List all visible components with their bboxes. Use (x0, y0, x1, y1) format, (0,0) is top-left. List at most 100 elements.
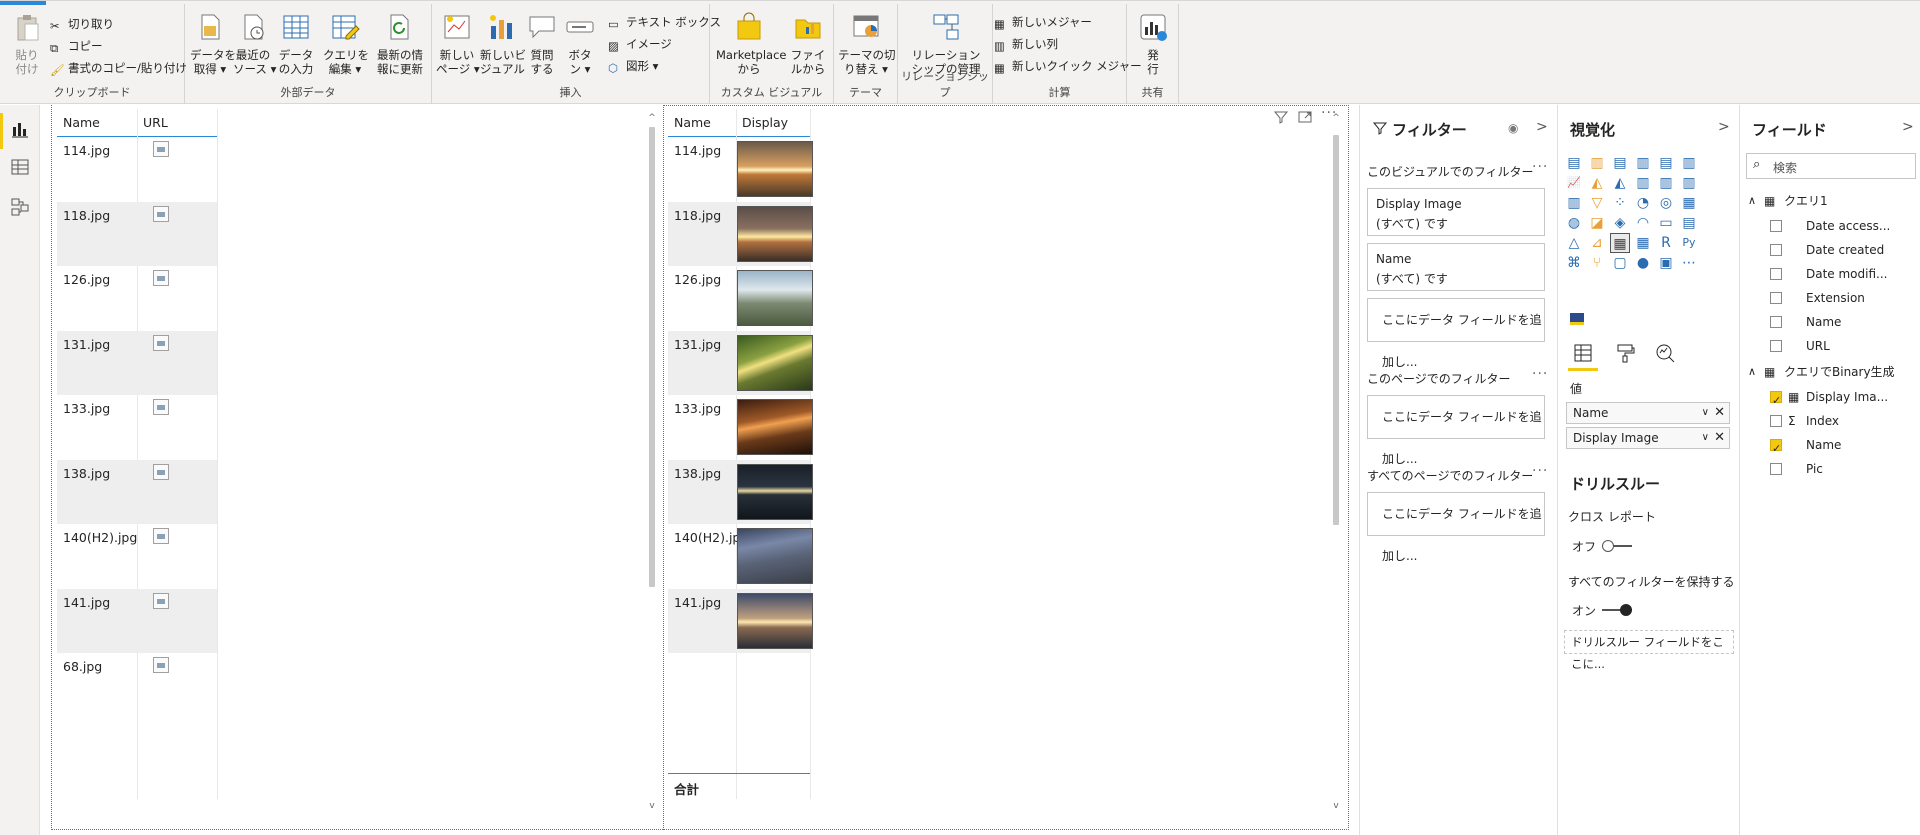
ask-question-button[interactable]: 質問 する (524, 12, 560, 76)
table-visual-url[interactable]: Name URL 114.jpg 118.jpg 126.jpg 131.jpg 133… (51, 105, 671, 830)
field-table-header[interactable]: ∧ ▦ クエリ1 (1740, 189, 1920, 213)
field-item[interactable]: Date modifi... (1740, 262, 1920, 286)
field-checkbox[interactable] (1770, 292, 1782, 304)
table-row[interactable]: 138.jpg (668, 459, 813, 524)
key-influencers-icon[interactable]: ⌘ (1564, 253, 1584, 273)
custom-visual-icon[interactable] (1570, 313, 1584, 325)
field-checkbox[interactable] (1770, 316, 1782, 328)
field-checkbox[interactable] (1770, 340, 1782, 352)
map-icon[interactable]: ◍ (1564, 213, 1584, 233)
chevron-right-icon[interactable]: > (1536, 119, 1548, 135)
scroll-down-arrow[interactable]: v (647, 801, 657, 811)
field-item[interactable]: Date access... (1740, 214, 1920, 238)
cross-report-toggle[interactable]: オフ (1572, 538, 1632, 555)
field-item[interactable]: Σ Index (1740, 409, 1920, 433)
ribbon-chart-icon[interactable]: ▥ (1679, 173, 1699, 193)
scrollbar-thumb[interactable] (1333, 135, 1339, 525)
paste-button[interactable]: 貼り 付け (10, 12, 44, 76)
treemap-icon[interactable]: ▦ (1679, 193, 1699, 213)
donut-chart-icon[interactable]: ◎ (1656, 193, 1676, 213)
table-visual-icon[interactable]: ▦ (1610, 233, 1630, 253)
qa-icon[interactable]: ▢ (1610, 253, 1630, 273)
cut-button[interactable]: ✂ 切り取り (50, 14, 114, 34)
table-row[interactable]: 118.jpg (668, 201, 813, 266)
table-row[interactable]: 126.jpg (668, 266, 813, 330)
add-visual-filter-field[interactable]: ここにデータ フィールドを追加し... (1367, 298, 1545, 369)
field-item[interactable]: Date created (1740, 238, 1920, 262)
field-checkbox[interactable] (1770, 463, 1782, 475)
well-item-name[interactable]: Name ∨ ✕ (1566, 402, 1730, 424)
image-button[interactable]: ▨ イメージ (608, 34, 672, 54)
shape-map-icon[interactable]: ◈ (1610, 213, 1630, 233)
copy-button[interactable]: ⧉ コピー (50, 36, 103, 56)
filter-icon[interactable] (1273, 109, 1289, 125)
field-checkbox[interactable] (1770, 437, 1782, 461)
field-checkbox[interactable] (1770, 268, 1782, 280)
table-visual-display-image[interactable]: ··· Name Display Image 114.jpg118.jpg126… (663, 105, 1349, 830)
chevron-down-icon[interactable]: ∨ (1702, 403, 1709, 423)
new-visual-button[interactable]: 新しいビ ジュアル (480, 12, 526, 76)
more-options-icon[interactable]: ··· (1532, 366, 1548, 382)
data-view-icon[interactable] (8, 155, 32, 179)
table-row[interactable]: 131.jpg (57, 330, 217, 395)
100-stacked-bar-icon[interactable]: ▤ (1656, 153, 1676, 173)
more-options-icon[interactable]: ··· (1532, 159, 1548, 175)
scatter-chart-icon[interactable]: ⁘ (1610, 193, 1630, 213)
vertical-scrollbar[interactable]: ^ v (1331, 113, 1341, 813)
publish-button[interactable]: 発 行 (1135, 12, 1171, 76)
field-table-header[interactable]: ∧ ▦ クエリでBinary生成 (1740, 360, 1920, 384)
line-stacked-column-icon[interactable]: ▥ (1656, 173, 1676, 193)
eye-icon[interactable]: ◉ (1508, 121, 1518, 135)
table-row[interactable]: 114.jpg (668, 137, 813, 201)
edit-queries-button[interactable]: クエリを 編集 ▾ (323, 12, 369, 76)
scroll-up-arrow[interactable]: ^ (1331, 113, 1341, 123)
chevron-right-icon[interactable]: > (1902, 119, 1914, 135)
field-checkbox[interactable] (1770, 244, 1782, 256)
line-chart-icon[interactable]: 📈 (1564, 173, 1584, 193)
vertical-scrollbar[interactable]: ^ v (647, 113, 657, 813)
field-checkbox[interactable] (1770, 415, 1782, 427)
stacked-bar-chart-icon[interactable]: ▤ (1564, 153, 1584, 173)
filter-card-name[interactable]: Name (すべて) です (1367, 243, 1545, 291)
table-row[interactable]: 118.jpg (57, 201, 217, 266)
get-data-button[interactable]: データを 取得 ▾ (190, 12, 236, 76)
filter-card-display-image[interactable]: Display Image (すべて) です (1367, 188, 1545, 236)
new-measure-button[interactable]: ▦ 新しいメジャー (994, 12, 1092, 32)
add-page-filter-field[interactable]: ここにデータ フィールドを追加し... (1367, 395, 1545, 466)
from-file-button[interactable]: ファイ ルから (788, 12, 828, 76)
paint-roller-icon[interactable] (1614, 342, 1636, 364)
column-header-display-image[interactable]: Display Image (736, 109, 816, 158)
multi-row-card-icon[interactable]: ▤ (1679, 213, 1699, 233)
custom-visual-2-icon[interactable]: ▣ (1656, 253, 1676, 273)
field-checkbox[interactable] (1770, 220, 1782, 232)
new-quick-measure-button[interactable]: ▦ 新しいクイック メジャー (994, 56, 1142, 76)
column-header-url[interactable]: URL (137, 109, 217, 137)
more-options-icon[interactable]: ··· (1532, 463, 1548, 479)
recent-sources-button[interactable]: 最近の ソース ▾ (233, 12, 276, 76)
remove-icon[interactable]: ✕ (1714, 428, 1725, 448)
table-row[interactable]: 133.jpg (57, 395, 217, 459)
chevron-up-icon[interactable]: ∧ (1748, 189, 1756, 213)
shapes-button[interactable]: ⬡ 図形 ▾ (608, 56, 658, 76)
switch-theme-button[interactable]: テーマの切 り替え ▾ (838, 12, 896, 76)
field-checkbox[interactable] (1770, 389, 1782, 413)
format-painter-button[interactable]: 🖌 書式のコピー/貼り付け (50, 58, 187, 78)
chevron-right-icon[interactable]: > (1718, 119, 1730, 135)
line-column-chart-icon[interactable]: ▥ (1633, 173, 1653, 193)
chevron-down-icon[interactable]: ∨ (1702, 428, 1709, 448)
scroll-down-arrow[interactable]: v (1331, 801, 1341, 811)
buttons-button[interactable]: ボタ ン ▾ (562, 12, 598, 76)
table-row[interactable]: 141.jpg (668, 588, 813, 653)
table-row[interactable]: 138.jpg (57, 459, 217, 524)
manage-relationships-button[interactable]: リレーション シップの管理 (906, 12, 986, 76)
report-view-icon[interactable] (8, 117, 32, 141)
r-visual-icon[interactable]: R (1656, 233, 1676, 253)
marketplace-button[interactable]: Marketplace から (716, 12, 786, 76)
table-row[interactable]: 140(H2).jpg (668, 524, 813, 588)
100-stacked-column-icon[interactable]: ▥ (1679, 153, 1699, 173)
clustered-bar-chart-icon[interactable]: ▤ (1610, 153, 1630, 173)
kpi-icon[interactable]: △ (1564, 233, 1584, 253)
filled-map-icon[interactable]: ◪ (1587, 213, 1607, 233)
remove-icon[interactable]: ✕ (1714, 403, 1725, 423)
model-view-icon[interactable] (8, 195, 32, 219)
